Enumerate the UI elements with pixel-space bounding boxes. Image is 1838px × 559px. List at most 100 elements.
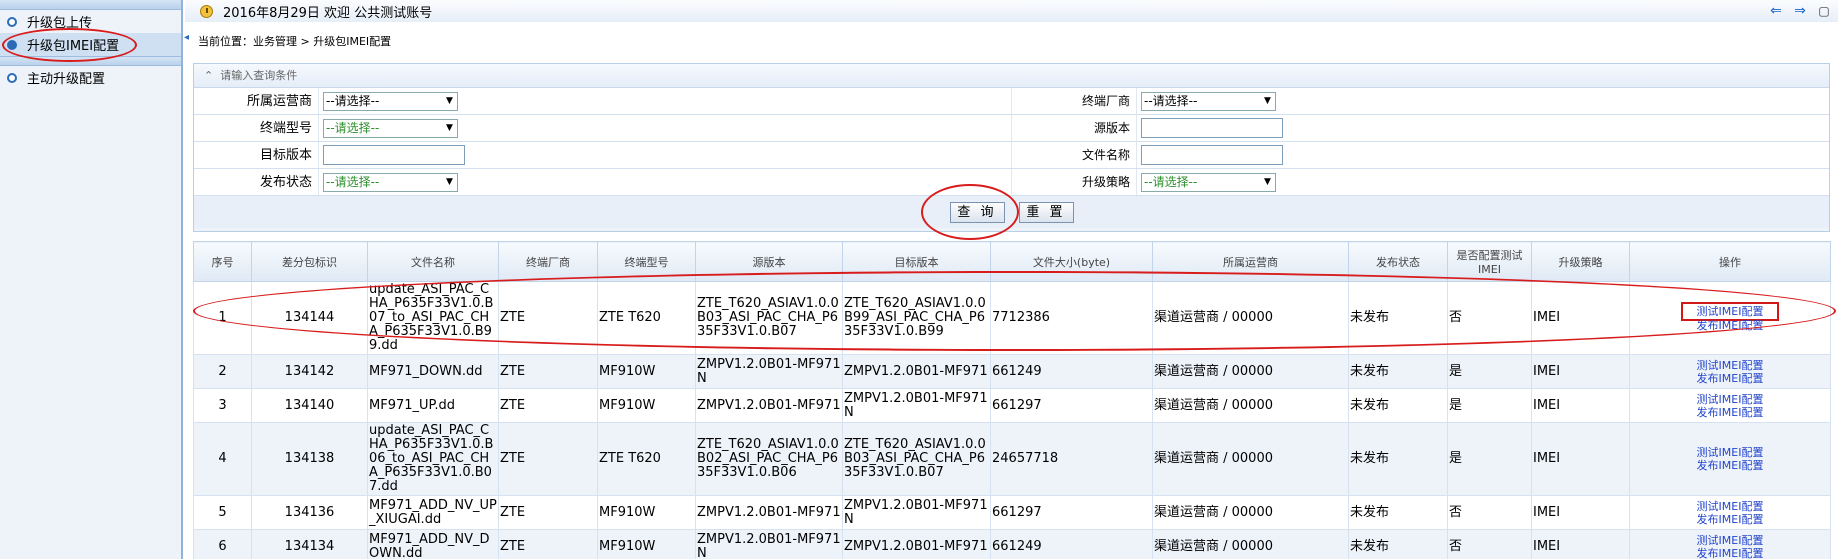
cell-src: ZMPV1.2.0B01-MF971 (695, 495, 843, 530)
cell-vendor: ZTE (498, 422, 598, 496)
radio-dot-icon (7, 16, 17, 27)
cell-model: MF910W (597, 354, 696, 389)
query-row: 目标版本 文件名称 (194, 142, 1829, 169)
sidebar-item-active-upgrade[interactable]: 主动升级配置 (0, 66, 181, 89)
test-imei-config-link[interactable]: 测试IMEI配置 (1631, 500, 1829, 513)
column-header: 序号 (193, 241, 252, 282)
operator-label: 所属运营商 (194, 88, 319, 114)
column-header: 升级策略 (1531, 241, 1630, 282)
cell-imei: 否 (1447, 281, 1532, 355)
column-header: 是否配置测试IMEI (1447, 241, 1532, 282)
operator-select-value: --请选择-- (326, 93, 380, 108)
search-button[interactable]: 查 询 (949, 201, 1005, 223)
operator-select[interactable]: --请选择-- ▼ (323, 91, 458, 111)
cell-imei: 否 (1447, 529, 1532, 559)
cell-no: 6 (193, 529, 252, 559)
forward-arrow-icon[interactable]: ⇒ (1792, 3, 1808, 19)
strategy-select[interactable]: --请选择-- ▼ (1141, 172, 1276, 192)
model-select[interactable]: --请选择-- ▼ (323, 118, 458, 138)
target-version-input[interactable] (323, 145, 465, 165)
cell-strategy: IMEI (1531, 422, 1630, 496)
test-imei-config-link[interactable]: 测试IMEI配置 (1631, 534, 1829, 547)
model-label: 终端型号 (194, 115, 319, 141)
cell-actions: 测试IMEI配置 发布IMEI配置 (1629, 281, 1831, 355)
cell-tgt: ZMPV1.2.0B01-MF971 (842, 529, 991, 559)
cell-tgt: ZMPV1.2.0B01-MF971N (842, 388, 991, 423)
publish-imei-config-link[interactable]: 发布IMEI配置 (1631, 372, 1829, 385)
query-row: 终端型号 --请选择-- ▼ 源版本 (194, 115, 1829, 142)
back-arrow-icon[interactable]: ⇐ (1768, 3, 1784, 19)
column-header: 文件名称 (367, 241, 499, 282)
test-imei-config-link[interactable]: 测试IMEI配置 (1631, 359, 1829, 372)
sidebar-item-imei-config[interactable]: 升级包IMEI配置 (0, 33, 181, 56)
cell-size: 24657718 (990, 422, 1153, 496)
cell-tgt: ZMPV1.2.0B01-MF971N (842, 495, 991, 530)
filename-input[interactable] (1141, 145, 1283, 165)
sidebar-item-label: 升级包上传 (27, 16, 93, 31)
cell-strategy: IMEI (1531, 354, 1630, 389)
publish-imei-config-link[interactable]: 发布IMEI配置 (1631, 406, 1829, 419)
column-header: 目标版本 (842, 241, 991, 282)
cell-operator: 渠道运营商 / 00000 (1152, 495, 1349, 530)
cell-no: 1 (193, 281, 252, 355)
chevron-down-icon: ▼ (446, 95, 453, 106)
publish-imei-config-link[interactable]: 发布IMEI配置 (1631, 319, 1829, 332)
sidebar-item-upload[interactable]: 升级包上传 (0, 10, 181, 33)
cell-src: ZMPV1.2.0B01-MF971N (695, 354, 843, 389)
column-header: 操作 (1629, 241, 1831, 282)
cell-strategy: IMEI (1531, 388, 1630, 423)
cell-src: ZTE_T620_ASIAV1.0.0B02_ASI_PAC_CHA_P635F… (695, 422, 843, 496)
cell-strategy: IMEI (1531, 529, 1630, 559)
column-header: 所属运营商 (1152, 241, 1349, 282)
cell-actions: 测试IMEI配置 发布IMEI配置 (1629, 388, 1831, 423)
cell-file: MF971_DOWN.dd (367, 354, 499, 389)
status-select[interactable]: --请选择-- ▼ (323, 172, 458, 192)
cell-strategy: IMEI (1531, 281, 1630, 355)
test-imei-config-link[interactable]: 测试IMEI配置 (1680, 302, 1780, 321)
cell-size: 661249 (990, 354, 1153, 389)
welcome-text: 欢迎 (324, 5, 351, 21)
test-imei-config-link[interactable]: 测试IMEI配置 (1631, 393, 1829, 406)
cell-tgt: ZTE_T620_ASIAV1.0.0B03_ASI_PAC_CHA_P635F… (842, 422, 991, 496)
table-row: 4 134138 update_ASI_PAC_CHA_P635F33V1.0.B0… (193, 422, 1831, 496)
cell-no: 4 (193, 422, 252, 496)
cell-file: update_ASI_PAC_CHA_P635F33V1.0.B07_to_AS… (367, 281, 499, 355)
query-panel-title: ⌃ 请输入查询条件 (194, 64, 1829, 88)
chevron-down-icon: ▼ (446, 176, 453, 187)
cell-tgt: ZMPV1.2.0B01-MF971 (842, 354, 991, 389)
cell-operator: 渠道运营商 / 00000 (1152, 529, 1349, 559)
cell-no: 3 (193, 388, 252, 423)
cell-status: 未发布 (1348, 281, 1448, 355)
collapse-sidebar-icon[interactable]: ◂ (184, 32, 189, 43)
column-header: 差分包标识 (251, 241, 368, 282)
cell-imei: 否 (1447, 495, 1532, 530)
source-version-input[interactable] (1141, 118, 1283, 138)
reset-button[interactable]: 重 置 (1018, 201, 1074, 223)
cell-model: ZTE T620 (597, 281, 696, 355)
publish-imei-config-link[interactable]: 发布IMEI配置 (1631, 513, 1829, 526)
chevron-up-icon[interactable]: ⌃ (204, 69, 213, 82)
publish-imei-config-link[interactable]: 发布IMEI配置 (1631, 459, 1829, 472)
cell-model: MF910W (597, 529, 696, 559)
window-icon[interactable]: ▢ (1816, 3, 1832, 19)
source-version-label: 源版本 (1012, 115, 1137, 141)
publish-imei-config-link[interactable]: 发布IMEI配置 (1631, 547, 1829, 559)
target-version-label: 目标版本 (194, 142, 319, 168)
cell-status: 未发布 (1348, 354, 1448, 389)
cell-id: 134138 (251, 422, 368, 496)
cell-size: 661297 (990, 495, 1153, 530)
test-imei-config-link[interactable]: 测试IMEI配置 (1631, 446, 1829, 459)
query-title-text: 请输入查询条件 (220, 69, 298, 82)
cell-tgt: ZTE_T620_ASIAV1.0.0B99_ASI_PAC_CHA_P635F… (842, 281, 991, 355)
sidebar-item-label: 升级包IMEI配置 (27, 39, 120, 54)
chevron-down-icon: ▼ (1264, 176, 1271, 187)
cell-model: MF910W (597, 495, 696, 530)
cell-model: ZTE T620 (597, 422, 696, 496)
vendor-select[interactable]: --请选择-- ▼ (1141, 91, 1276, 111)
radio-dot-icon (7, 39, 17, 50)
cell-id: 134144 (251, 281, 368, 355)
query-panel: ⌃ 请输入查询条件 所属运营商 --请选择-- ▼ 终端厂商 --请选择-- ▼ 终… (193, 63, 1830, 232)
cell-model: MF910W (597, 388, 696, 423)
filename-label: 文件名称 (1012, 142, 1137, 168)
query-row: 发布状态 --请选择-- ▼ 升级策略 --请选择-- ▼ (194, 169, 1829, 196)
